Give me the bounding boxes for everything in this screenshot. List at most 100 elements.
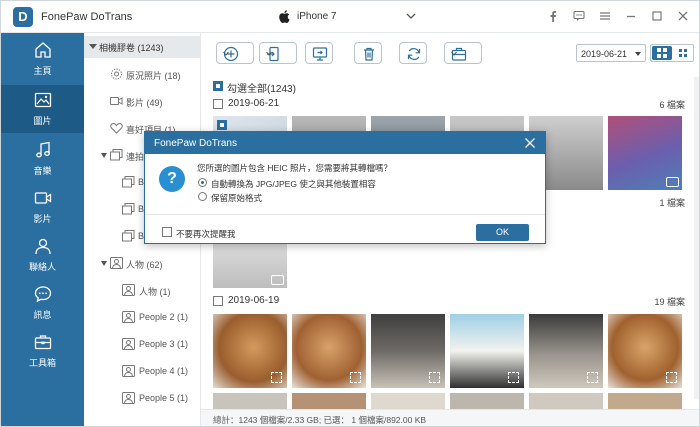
tree-item-people[interactable]: 人物 (62) — [84, 253, 201, 273]
select-frame-icon — [666, 372, 677, 383]
nav-messages[interactable]: 訊息 — [1, 279, 84, 327]
photo-thumbnail[interactable] — [292, 314, 366, 388]
chevron-down-icon[interactable] — [406, 11, 416, 21]
dialog-message: 您所選的圖片包含 HEIC 照片，您需要將其轉檔嗎？ — [197, 163, 393, 173]
person-icon — [122, 365, 135, 377]
tree-item-person[interactable]: People 2 (1) — [84, 307, 201, 327]
nav-toolbox[interactable]: 工具箱 — [1, 327, 84, 375]
select-frame-icon — [350, 372, 361, 383]
burst-icon — [110, 149, 123, 161]
export-to-pc-button[interactable] — [305, 42, 333, 64]
toolbox-icon — [34, 335, 52, 350]
select-frame-icon — [508, 372, 519, 383]
collapse-triangle-icon[interactable] — [101, 153, 107, 158]
tree-item-person[interactable]: 人物 (1) — [84, 280, 201, 300]
delete-icon — [364, 47, 374, 61]
maximize-icon[interactable] — [651, 10, 663, 22]
photo-thumbnail[interactable] — [529, 314, 603, 388]
group-checkbox[interactable] — [213, 296, 223, 306]
photo-thumbnail[interactable] — [213, 393, 287, 409]
person-icon — [122, 284, 135, 296]
photo-thumbnail[interactable] — [371, 393, 445, 409]
video-icon — [110, 97, 123, 105]
photo-thumbnail[interactable] — [608, 314, 682, 388]
nav-contacts[interactable]: 聯絡人 — [1, 231, 84, 279]
nav-video[interactable]: 影片 — [1, 183, 84, 231]
album-icon — [122, 203, 135, 215]
photo-thumbnail[interactable] — [450, 393, 524, 409]
select-frame-icon — [587, 372, 598, 383]
heic-convert-dialog: FonePaw DoTrans ? 您所選的圖片包含 HEIC 照片，您需要將其… — [144, 131, 546, 244]
group-checkbox[interactable] — [213, 99, 223, 109]
ok-button[interactable]: OK — [476, 224, 529, 241]
scrollbar[interactable] — [694, 77, 699, 399]
apple-icon — [279, 10, 290, 23]
album-icon — [122, 176, 135, 188]
album-icon — [122, 230, 135, 242]
add-button[interactable] — [216, 42, 254, 64]
export-to-pc-icon — [312, 47, 328, 61]
photo-thumbnail[interactable] — [608, 116, 682, 190]
close-icon[interactable] — [524, 137, 536, 149]
view-toggle — [650, 44, 694, 62]
photo-thumbnail[interactable] — [213, 314, 287, 388]
nav-music[interactable]: 音樂 — [1, 135, 84, 183]
facebook-icon[interactable] — [547, 10, 559, 22]
divider — [145, 214, 545, 215]
collapse-triangle-icon[interactable] — [101, 261, 107, 266]
date-filter-select[interactable]: 2019-06-21 — [576, 44, 646, 62]
video-badge-icon — [666, 177, 679, 187]
photo-thumbnail[interactable] — [529, 393, 603, 409]
nav-home[interactable]: 主頁 — [1, 35, 84, 83]
photo-thumbnail[interactable] — [450, 314, 524, 388]
device-selector[interactable]: iPhone 7 — [273, 6, 423, 28]
app-logo: D — [13, 7, 33, 27]
tree-item-person[interactable]: People 4 (1) — [84, 361, 201, 381]
feedback-icon[interactable] — [573, 10, 585, 22]
live-photo-icon — [111, 68, 122, 80]
list-view-icon[interactable] — [674, 46, 693, 60]
main-sidebar: 主頁 圖片 音樂 影片 聯絡人 訊息 工具箱 — [1, 33, 84, 426]
status-bar: 總計：1243 個檔案/2.33 GB; 已選： 1 個檔案/892.00 KB — [201, 409, 699, 426]
date-group-header: 2019-06-21 6 檔案 — [201, 96, 699, 112]
tree-header-camera-roll[interactable]: 相機膠卷 (1243) — [84, 36, 201, 58]
tree-item-person[interactable]: People 5 (1) — [84, 388, 201, 408]
chevron-down-icon — [451, 51, 457, 56]
photo-thumbnail[interactable] — [292, 393, 366, 409]
select-all-checkbox[interactable] — [213, 81, 223, 91]
close-icon[interactable] — [677, 10, 689, 22]
window-controls — [547, 10, 689, 24]
dropdown-arrow-icon — [635, 52, 641, 56]
refresh-button[interactable] — [399, 42, 427, 64]
people-icon — [110, 257, 123, 269]
tree-item-person[interactable]: People 3 (1) — [84, 334, 201, 354]
photo-checkbox[interactable] — [217, 120, 227, 130]
toolbox-button[interactable] — [444, 42, 482, 64]
minimize-icon[interactable] — [625, 10, 637, 22]
delete-button[interactable] — [354, 42, 382, 64]
question-icon: ? — [159, 166, 185, 192]
person-icon — [122, 338, 135, 350]
contact-icon — [35, 238, 51, 255]
export-to-device-button[interactable] — [259, 42, 297, 64]
menu-icon[interactable] — [599, 10, 611, 22]
nav-photos[interactable]: 圖片 — [1, 85, 84, 133]
title-bar: D FonePaw DoTrans iPhone 7 — [1, 1, 699, 33]
dont-ask-checkbox[interactable] — [162, 227, 172, 237]
video-icon — [34, 192, 52, 204]
grid-view-icon[interactable] — [652, 46, 672, 60]
photo-thumbnail[interactable] — [371, 314, 445, 388]
radio-button[interactable] — [198, 178, 207, 187]
radio-button[interactable] — [198, 192, 207, 201]
date-group-header: 2019-06-19 19 檔案 — [201, 293, 699, 309]
music-icon — [36, 141, 50, 158]
photo-thumbnail[interactable] — [608, 393, 682, 409]
select-frame-icon — [429, 372, 440, 383]
tree-item-live-photos[interactable]: 原況照片 (18) — [84, 64, 201, 84]
chevron-down-icon — [266, 51, 272, 56]
heart-icon — [110, 122, 123, 134]
person-icon — [122, 392, 135, 404]
refresh-icon — [407, 48, 421, 60]
tree-item-videos[interactable]: 影片 (49) — [84, 91, 201, 111]
collapse-triangle-icon[interactable] — [89, 44, 97, 49]
